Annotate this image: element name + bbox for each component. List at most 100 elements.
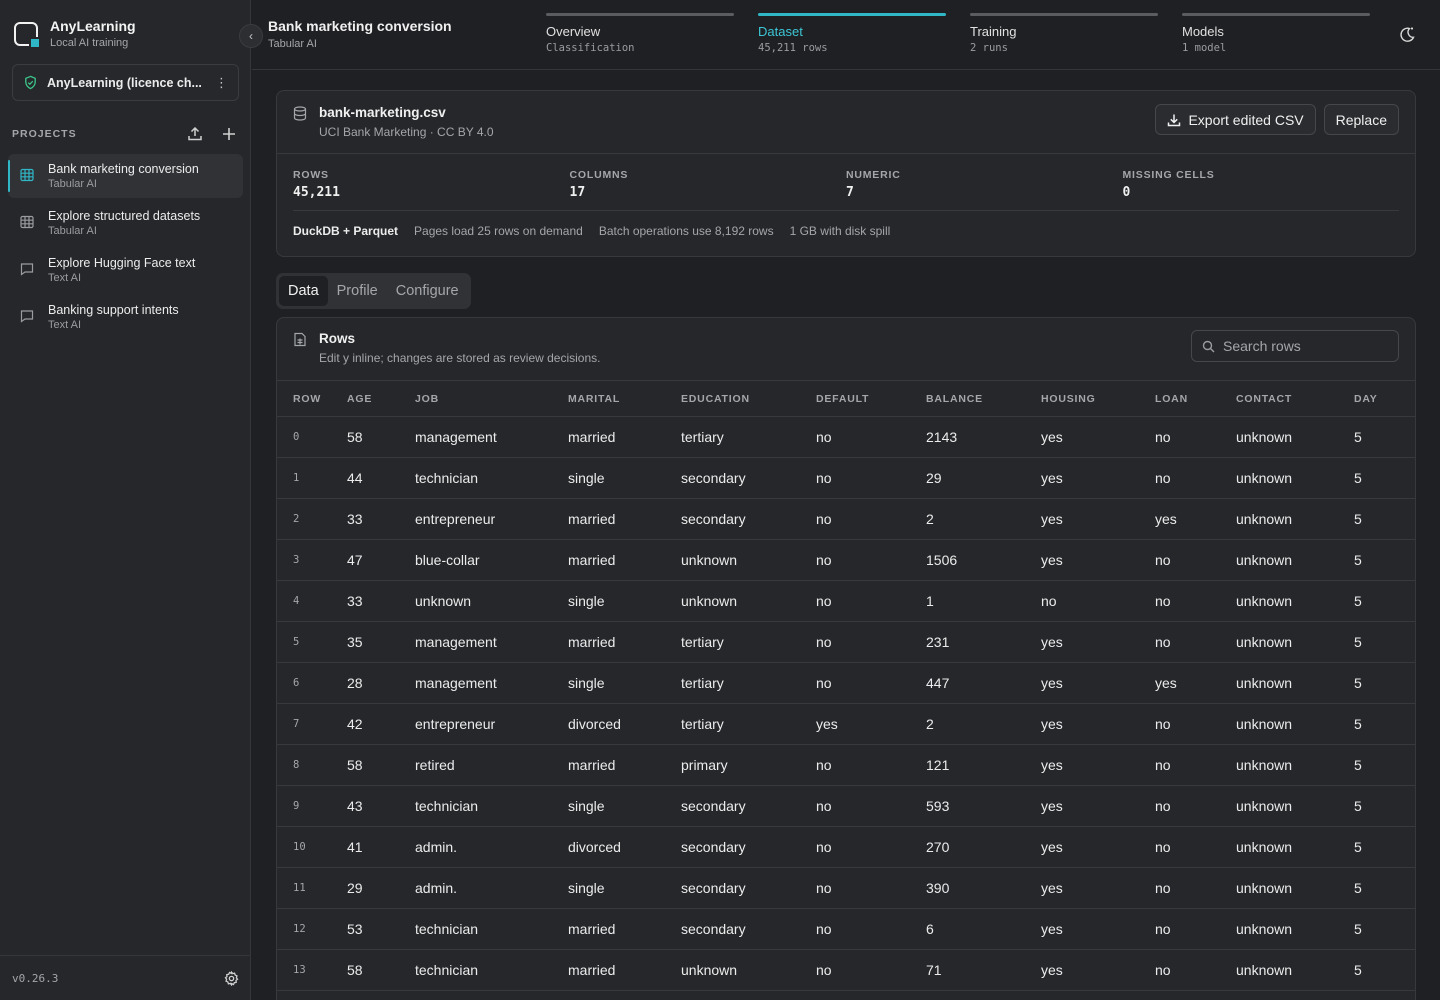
step-training[interactable]: Training 2 runs bbox=[970, 13, 1158, 54]
table-cell[interactable]: married bbox=[568, 498, 681, 540]
column-header[interactable]: EDUCATION bbox=[681, 380, 816, 417]
table-cell[interactable]: unknown bbox=[1236, 457, 1354, 499]
table-cell[interactable]: retired bbox=[415, 744, 568, 786]
table-cell[interactable]: 5 bbox=[1354, 744, 1415, 786]
collapse-sidebar-button[interactable]: ‹ bbox=[239, 24, 263, 48]
step-models[interactable]: Models 1 model bbox=[1182, 13, 1370, 54]
table-cell[interactable]: 33 bbox=[347, 498, 415, 540]
table-row[interactable]: 5 35 management married tertiary no 231 yes no un… bbox=[277, 621, 1415, 663]
table-cell[interactable]: unknown bbox=[1236, 621, 1354, 663]
table-cell[interactable]: 47 bbox=[347, 539, 415, 581]
table-cell[interactable]: no bbox=[1155, 867, 1236, 909]
table-cell[interactable]: no bbox=[816, 539, 926, 581]
table-cell[interactable]: management bbox=[415, 416, 568, 458]
table-cell[interactable]: married bbox=[568, 949, 681, 991]
table-cell[interactable]: no bbox=[1155, 744, 1236, 786]
table-cell[interactable]: unknown bbox=[1236, 703, 1354, 745]
table-cell[interactable]: no bbox=[816, 498, 926, 540]
table-cell[interactable]: 5 bbox=[1354, 621, 1415, 663]
tab-configure[interactable]: Configure bbox=[387, 276, 468, 306]
table-cell[interactable]: entrepreneur bbox=[415, 703, 568, 745]
table-row[interactable]: 2 33 entrepreneur married secondary no 2 yes yes… bbox=[277, 498, 1415, 540]
table-cell[interactable]: secondary bbox=[681, 498, 816, 540]
table-cell[interactable]: unknown bbox=[1236, 785, 1354, 827]
table-cell[interactable]: 593 bbox=[926, 785, 1041, 827]
table-cell[interactable]: married bbox=[568, 744, 681, 786]
table-cell[interactable]: yes bbox=[1041, 539, 1155, 581]
table-cell[interactable]: admin. bbox=[415, 826, 568, 868]
table-cell[interactable]: yes bbox=[1041, 416, 1155, 458]
tab-data[interactable]: Data bbox=[279, 276, 328, 306]
table-cell[interactable]: no bbox=[1155, 457, 1236, 499]
gear-icon[interactable] bbox=[224, 970, 239, 986]
table-cell[interactable]: blue-collar bbox=[415, 539, 568, 581]
table-cell[interactable]: 28 bbox=[347, 662, 415, 704]
step-overview[interactable]: Overview Classification bbox=[546, 13, 734, 54]
table-cell[interactable]: no bbox=[1155, 621, 1236, 663]
project-item-structured-datasets[interactable]: Explore structured datasets Tabular AI bbox=[8, 201, 243, 245]
table-cell[interactable]: unknown bbox=[1236, 539, 1354, 581]
table-row[interactable]: 12 53 technician married secondary no 6 yes no un… bbox=[277, 908, 1415, 950]
more-vertical-icon[interactable]: ⋮ bbox=[215, 75, 228, 91]
table-cell[interactable]: 58 bbox=[347, 949, 415, 991]
column-header[interactable]: DEFAULT bbox=[816, 380, 926, 417]
table-cell[interactable]: unknown bbox=[1236, 662, 1354, 704]
table-cell[interactable]: unknown bbox=[681, 949, 816, 991]
table-cell[interactable]: yes bbox=[1041, 867, 1155, 909]
table-cell[interactable]: yes bbox=[1155, 662, 1236, 704]
table-cell[interactable]: secondary bbox=[681, 785, 816, 827]
table-cell[interactable]: 42 bbox=[347, 703, 415, 745]
table-row[interactable]: 9 43 technician single secondary no 593 yes no un… bbox=[277, 785, 1415, 827]
table-cell[interactable]: no bbox=[1155, 703, 1236, 745]
table-cell[interactable]: secondary bbox=[681, 867, 816, 909]
table-cell[interactable]: yes bbox=[1041, 457, 1155, 499]
table-cell[interactable]: single bbox=[568, 867, 681, 909]
table-cell[interactable]: management bbox=[415, 621, 568, 663]
table-cell[interactable]: technician bbox=[415, 457, 568, 499]
table-cell[interactable]: 5 bbox=[1354, 498, 1415, 540]
table-cell[interactable]: unknown bbox=[681, 580, 816, 622]
add-project-icon[interactable] bbox=[219, 124, 239, 144]
table-row[interactable]: 10 41 admin. divorced secondary no 270 yes no unk… bbox=[277, 826, 1415, 868]
table-cell[interactable]: 5 bbox=[1354, 416, 1415, 458]
table-cell[interactable]: 5 bbox=[1354, 908, 1415, 950]
table-cell[interactable]: 5 bbox=[1354, 457, 1415, 499]
upload-icon[interactable] bbox=[185, 124, 205, 144]
table-cell[interactable]: yes bbox=[1041, 662, 1155, 704]
table-row[interactable]: 3 47 blue-collar married unknown no 1506 yes no u… bbox=[277, 539, 1415, 581]
table-cell[interactable]: unknown bbox=[1236, 949, 1354, 991]
table-cell[interactable]: single bbox=[568, 580, 681, 622]
table-cell[interactable]: married bbox=[568, 539, 681, 581]
table-cell[interactable]: no bbox=[1155, 580, 1236, 622]
table-cell[interactable]: entrepreneur bbox=[415, 498, 568, 540]
table-cell[interactable]: yes bbox=[1155, 498, 1236, 540]
table-cell[interactable]: management bbox=[415, 662, 568, 704]
table-row[interactable]: 8 58 retired married primary no 121 yes no unknow… bbox=[277, 744, 1415, 786]
table-cell[interactable]: unknown bbox=[1236, 826, 1354, 868]
table-cell[interactable]: secondary bbox=[681, 826, 816, 868]
table-cell[interactable]: 58 bbox=[347, 744, 415, 786]
table-cell[interactable]: 5 bbox=[1354, 703, 1415, 745]
table-cell[interactable]: no bbox=[816, 826, 926, 868]
table-cell[interactable]: unknown bbox=[1236, 580, 1354, 622]
table-cell[interactable]: unknown bbox=[1236, 867, 1354, 909]
table-row[interactable]: 13 58 technician married unknown no 71 yes no unk… bbox=[277, 949, 1415, 991]
table-cell[interactable]: 5 bbox=[1354, 539, 1415, 581]
table-cell[interactable]: 121 bbox=[926, 744, 1041, 786]
table-cell[interactable]: tertiary bbox=[681, 621, 816, 663]
table-cell[interactable]: 41 bbox=[347, 826, 415, 868]
table-cell[interactable]: no bbox=[1041, 580, 1155, 622]
theme-toggle-icon[interactable] bbox=[1398, 26, 1416, 44]
table-cell[interactable]: no bbox=[1155, 908, 1236, 950]
table-cell[interactable]: tertiary bbox=[681, 416, 816, 458]
export-csv-button[interactable]: Export edited CSV bbox=[1155, 104, 1316, 135]
table-cell[interactable]: 390 bbox=[926, 867, 1041, 909]
table-cell[interactable]: 33 bbox=[347, 580, 415, 622]
table-cell[interactable]: 5 bbox=[1354, 826, 1415, 868]
table-cell[interactable]: 5 bbox=[1354, 949, 1415, 991]
table-cell[interactable]: 1 bbox=[926, 580, 1041, 622]
table-cell[interactable]: single bbox=[568, 662, 681, 704]
table-cell[interactable]: 71 bbox=[926, 949, 1041, 991]
table-cell[interactable]: 5 bbox=[1354, 785, 1415, 827]
table-cell[interactable]: no bbox=[816, 949, 926, 991]
